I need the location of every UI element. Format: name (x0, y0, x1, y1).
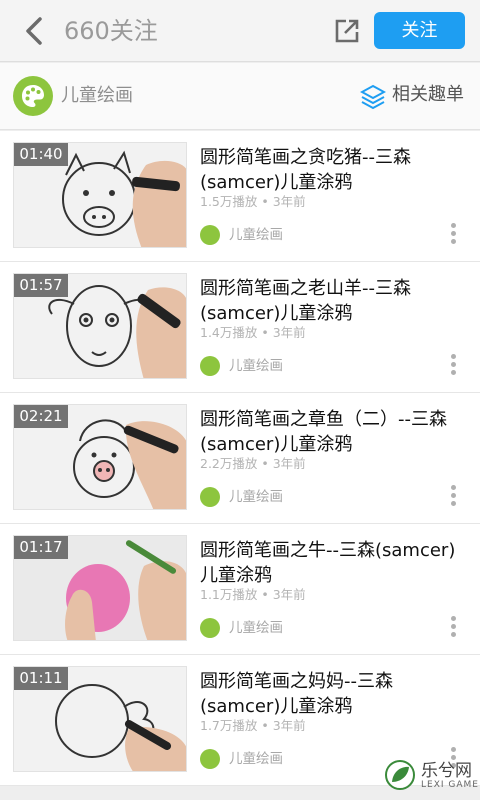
layers-icon (360, 84, 386, 110)
author-name: 儿童绘画 (229, 751, 283, 767)
channel-name: 儿童绘画 (61, 85, 133, 106)
author-name: 儿童绘画 (229, 620, 283, 636)
video-duration: 01:40 (14, 143, 68, 166)
more-vertical-icon[interactable] (447, 223, 459, 247)
video-meta: 2.2万播放 • 3年前 (200, 456, 306, 471)
author-name: 儿童绘画 (229, 489, 283, 505)
more-vertical-icon[interactable] (447, 485, 459, 509)
watermark-subtext: LEXI GAME (421, 780, 479, 790)
follow-button[interactable]: 关注 (374, 12, 465, 49)
video-title[interactable]: 圆形简笔画之牛--三森(samcer)儿童涂鸦 (200, 538, 468, 588)
more-vertical-icon[interactable] (447, 616, 459, 640)
video-thumbnail[interactable]: 01:40 (13, 142, 187, 248)
list-item[interactable]: 02:21 圆形简笔画之章鱼（二）--三森(samcer)儿童涂鸦 2.2万播放… (0, 393, 480, 524)
leaf-logo-icon (385, 760, 415, 790)
watermark-text: 乐兮网 (421, 761, 472, 781)
video-duration: 01:17 (14, 536, 68, 559)
video-thumbnail[interactable]: 02:21 (13, 404, 187, 510)
video-thumbnail[interactable]: 01:57 (13, 273, 187, 379)
related-list-label: 相关趣单 (392, 84, 464, 105)
video-list: 01:40 圆形简笔画之贪吃猪--三森(samcer)儿童涂鸦 1.5万播放 •… (0, 131, 480, 786)
video-title[interactable]: 圆形简笔画之贪吃猪--三森(samcer)儿童涂鸦 (200, 145, 468, 195)
chevron-left-icon[interactable] (20, 15, 50, 47)
top-bar: 660关注 关注 (0, 0, 480, 62)
page-title: 660关注 (64, 17, 158, 45)
avatar (200, 487, 220, 507)
author-name: 儿童绘画 (229, 358, 283, 374)
video-meta: 1.5万播放 • 3年前 (200, 194, 306, 209)
share-icon[interactable] (332, 16, 362, 46)
author-name: 儿童绘画 (229, 227, 283, 243)
video-title[interactable]: 圆形简笔画之妈妈--三森(samcer)儿童涂鸦 (200, 669, 468, 719)
video-meta: 1.1万播放 • 3年前 (200, 587, 306, 602)
video-thumbnail[interactable]: 01:17 (13, 535, 187, 641)
list-item[interactable]: 01:17 圆形简笔画之牛--三森(samcer)儿童涂鸦 1.1万播放 • 3… (0, 524, 480, 655)
more-vertical-icon[interactable] (447, 354, 459, 378)
avatar (200, 356, 220, 376)
video-meta: 1.4万播放 • 3年前 (200, 325, 306, 340)
list-item[interactable]: 01:57 圆形简笔画之老山羊--三森(samcer)儿童涂鸦 1.4万播放 •… (0, 262, 480, 393)
site-watermark: 乐兮网 LEXI GAME (383, 752, 480, 800)
avatar (200, 618, 220, 638)
channel-bar[interactable]: 儿童绘画 相关趣单 (0, 63, 480, 130)
avatar (200, 749, 220, 769)
video-duration: 02:21 (14, 405, 68, 428)
list-item[interactable]: 01:40 圆形简笔画之贪吃猪--三森(samcer)儿童涂鸦 1.5万播放 •… (0, 131, 480, 262)
video-duration: 01:57 (14, 274, 68, 297)
video-meta: 1.7万播放 • 3年前 (200, 718, 306, 733)
video-title[interactable]: 圆形简笔画之章鱼（二）--三森(samcer)儿童涂鸦 (200, 407, 468, 457)
avatar (200, 225, 220, 245)
video-thumbnail[interactable]: 01:11 (13, 666, 187, 772)
video-title[interactable]: 圆形简笔画之老山羊--三森(samcer)儿童涂鸦 (200, 276, 468, 326)
video-duration: 01:11 (14, 667, 68, 690)
palette-icon (13, 76, 53, 116)
